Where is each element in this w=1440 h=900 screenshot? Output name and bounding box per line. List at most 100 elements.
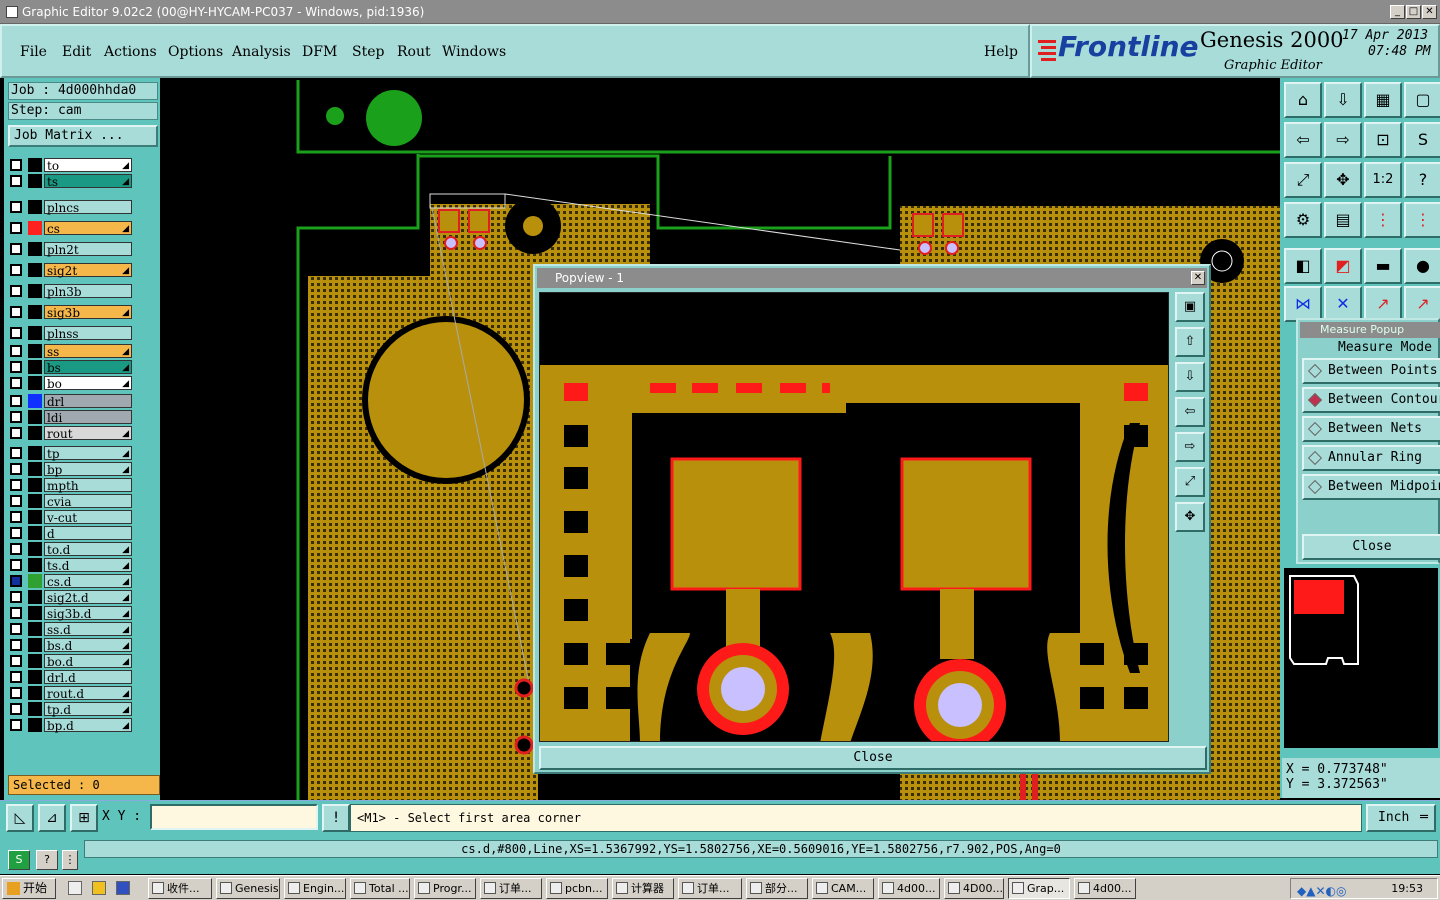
layer-row-ss[interactable]: ss ◢ [8, 344, 132, 359]
layer-checkbox[interactable] [10, 159, 22, 171]
layer-row-pln3b[interactable]: pln3b [8, 284, 132, 299]
zoom-fit-icon[interactable]: ▦ [1364, 82, 1402, 118]
menu-rout[interactable]: Rout [397, 44, 431, 60]
taskbar-item[interactable]: 收件... [148, 878, 212, 899]
popview-pan-right-icon[interactable]: ⇨ [1175, 432, 1205, 462]
layer-row-bs-d[interactable]: bs.d ◢ [8, 638, 132, 653]
taskbar-item[interactable]: 计算器 [612, 878, 674, 899]
snap-grid-icon[interactable]: ⊞ [70, 804, 98, 832]
layer-name[interactable]: bs ◢ [44, 360, 132, 375]
layer-row-to-d[interactable]: to.d ◢ [8, 542, 132, 557]
layer-name[interactable]: plncs [44, 200, 132, 215]
layer-checkbox[interactable] [10, 447, 22, 459]
popview-zoom-fit-icon[interactable]: ▣ [1175, 292, 1205, 322]
popview-pan-left-icon[interactable]: ⇦ [1175, 397, 1205, 427]
close-window-button[interactable]: ✕ [1422, 5, 1437, 19]
quicklaunch-desktop-icon[interactable] [68, 881, 82, 895]
net-icon[interactable]: ⋈ [1284, 286, 1322, 322]
layer-checkbox[interactable] [10, 463, 22, 475]
measure-between-midpoints[interactable]: Between Midpoints [1302, 474, 1440, 500]
taskbar-item[interactable]: 4d00... [1074, 878, 1136, 899]
snap-alt-icon[interactable]: ⋮ [1404, 202, 1440, 238]
popview-center-icon[interactable]: ✥ [1175, 502, 1205, 532]
layer-row-drl-d[interactable]: drl.d [8, 670, 132, 685]
layer-checkbox[interactable] [10, 623, 22, 635]
layer-name[interactable]: ss ◢ [44, 344, 132, 359]
layer-name[interactable]: cs.d ◢ [44, 574, 132, 589]
layer-row-to[interactable]: to ◢ [8, 158, 132, 173]
layer-checkbox[interactable] [10, 285, 22, 297]
popview-zoom-in-icon[interactable]: ⇧ [1175, 327, 1205, 357]
taskbar-item[interactable]: Progr... [414, 878, 476, 899]
layer-name[interactable]: drl [44, 394, 132, 409]
layer-checkbox[interactable] [10, 264, 22, 276]
menu-step[interactable]: Step [352, 44, 384, 60]
snap-diag-icon[interactable]: ⊿ [38, 804, 66, 832]
menu-file[interactable]: File [20, 44, 47, 60]
layer-checkbox[interactable] [10, 639, 22, 651]
menu-help[interactable]: Help [984, 44, 1018, 60]
layer-row-sig3b[interactable]: sig3b ◢ [8, 305, 132, 320]
layer-checkbox[interactable] [10, 411, 22, 423]
layer-checkbox[interactable] [10, 719, 22, 731]
layer-row-rout-d[interactable]: rout.d ◢ [8, 686, 132, 701]
layer-name[interactable]: bs.d ◢ [44, 638, 132, 653]
layer-checkbox[interactable] [10, 427, 22, 439]
popview-close-button[interactable]: Close [539, 746, 1207, 770]
layer-row-cs[interactable]: cs ◢ [8, 221, 132, 236]
layer-row-bp-d[interactable]: bp.d ◢ [8, 718, 132, 733]
layer-name[interactable]: bp.d ◢ [44, 718, 132, 733]
layer-checkbox[interactable] [10, 327, 22, 339]
layer-checkbox[interactable] [10, 361, 22, 373]
layer-row-sig3b-d[interactable]: sig3b.d ◢ [8, 606, 132, 621]
layer-checkbox[interactable] [10, 345, 22, 357]
layer-row-ts-d[interactable]: ts.d ◢ [8, 558, 132, 573]
menu-actions[interactable]: Actions [104, 44, 157, 60]
layer-row-d[interactable]: d [8, 526, 132, 541]
menu-options[interactable]: Options [168, 44, 223, 60]
zoom-in-icon[interactable]: ⇩ [1324, 82, 1362, 118]
layer-name[interactable]: bp ◢ [44, 462, 132, 477]
layer-checkbox[interactable] [10, 559, 22, 571]
layer-name[interactable]: sig3b.d ◢ [44, 606, 132, 621]
layer-row-v-cut[interactable]: v-cut [8, 510, 132, 525]
measure-icon[interactable]: ↗ [1364, 286, 1402, 322]
menu-windows[interactable]: Windows [442, 44, 506, 60]
snap-corner-icon[interactable]: ◺ [6, 804, 34, 832]
popview-close-icon[interactable]: ✕ [1191, 271, 1205, 285]
layer-name[interactable]: tp ◢ [44, 446, 132, 461]
ruler-icon[interactable]: ▬ [1364, 248, 1402, 284]
layer-checkbox[interactable] [10, 395, 22, 407]
xy-input[interactable] [150, 804, 318, 830]
layer-checkbox[interactable] [10, 222, 22, 234]
status-s-icon[interactable]: S [8, 850, 30, 870]
layer-name[interactable]: ts.d ◢ [44, 558, 132, 573]
taskbar-item[interactable]: Engin... [284, 878, 346, 899]
snap-icon[interactable]: ⋮ [1364, 202, 1402, 238]
layer-name[interactable]: bo.d ◢ [44, 654, 132, 669]
layer-name[interactable]: mpth [44, 478, 132, 493]
pan-right-icon[interactable]: ⇨ [1324, 122, 1362, 158]
layer-name[interactable]: pln2t [44, 242, 132, 257]
measure-annular-ring[interactable]: Annular Ring [1302, 445, 1440, 471]
job-matrix-button[interactable]: Job Matrix ... [8, 125, 158, 147]
taskbar-item[interactable]: 4D00... [944, 878, 1004, 899]
layer-checkbox[interactable] [10, 527, 22, 539]
layer-row-rout[interactable]: rout ◢ [8, 426, 132, 441]
start-button[interactable]: 开始 [2, 878, 56, 899]
layer-name[interactable]: v-cut [44, 510, 132, 525]
layer-name[interactable]: to ◢ [44, 158, 132, 173]
tray-icons[interactable]: ◆▲✕◐◎ [1297, 882, 1346, 900]
layer-checkbox[interactable] [10, 687, 22, 699]
taskbar-item[interactable]: 4d00... [878, 878, 940, 899]
menu-dfm[interactable]: DFM [302, 44, 337, 60]
grid-icon[interactable]: ▤ [1324, 202, 1362, 238]
select-icon[interactable]: ◧ [1284, 248, 1322, 284]
layer-name[interactable]: d [44, 526, 132, 541]
layer-checkbox[interactable] [10, 175, 22, 187]
popview-zoom-out-icon[interactable]: ⇩ [1175, 362, 1205, 392]
layer-name[interactable]: sig2t.d ◢ [44, 590, 132, 605]
layer-row-bp[interactable]: bp ◢ [8, 462, 132, 477]
taskbar-item[interactable]: 订单... [480, 878, 542, 899]
info-icon[interactable]: ! [322, 804, 350, 832]
